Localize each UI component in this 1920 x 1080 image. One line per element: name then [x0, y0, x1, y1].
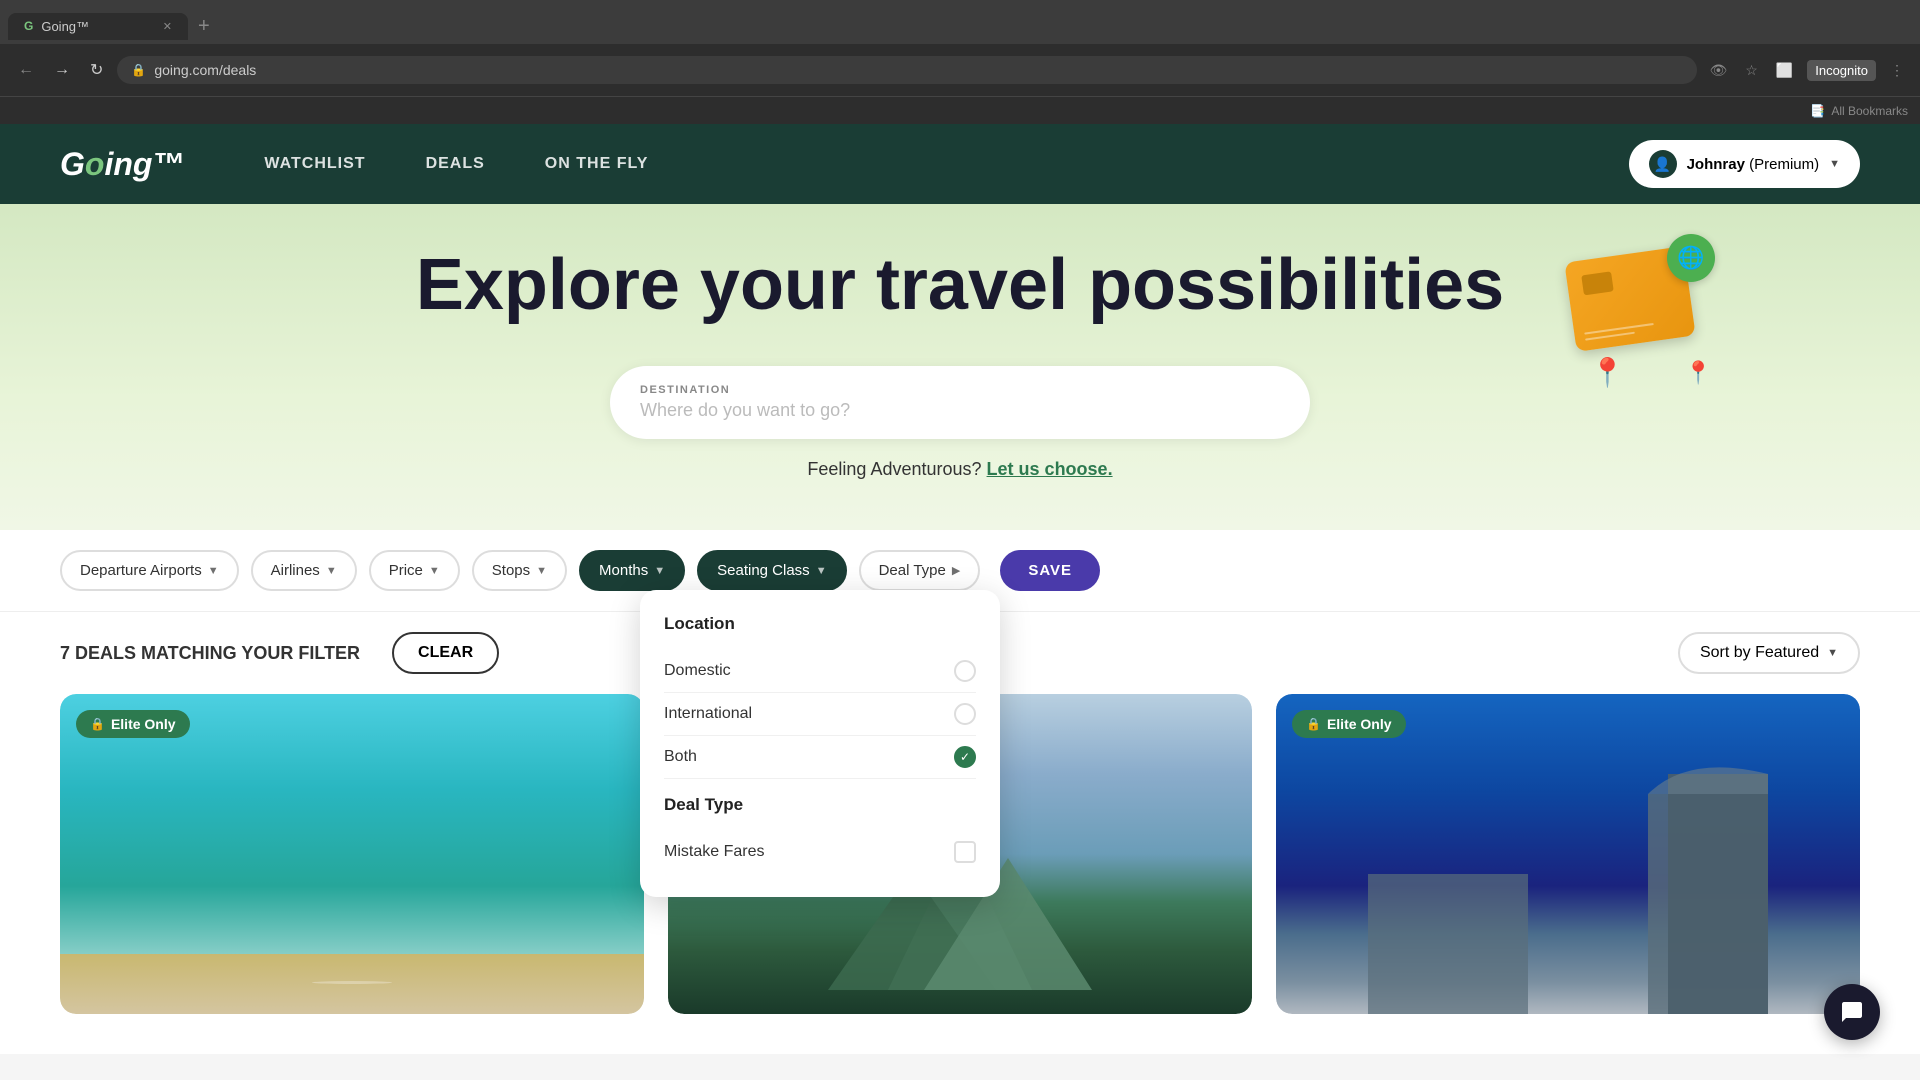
departure-airports-filter[interactable]: Departure Airports ▼ [60, 550, 239, 591]
nav-watchlist[interactable]: WATCHLIST [264, 155, 365, 173]
nav-on-the-fly[interactable]: ON THE FLY [545, 155, 649, 173]
deal-type-label: Deal Type [879, 562, 946, 579]
screen-reader-icon[interactable]: 👁 [1705, 58, 1731, 83]
lock-icon-3: 🔒 [1306, 717, 1321, 731]
airlines-label: Airlines [271, 562, 320, 579]
mistake-fares-checkbox[interactable] [954, 841, 976, 863]
address-bar[interactable]: 🔒 going.com/deals [117, 56, 1697, 84]
url-text: going.com/deals [154, 62, 256, 78]
hero-section: Explore your travel possibilities 🌐 📍 📍 … [0, 204, 1920, 530]
bookmark-star-icon[interactable]: ☆ [1741, 58, 1762, 83]
user-menu-button[interactable]: 👤 Johnray (Premium) ▼ [1629, 140, 1860, 188]
destination-label: DESTINATION [640, 384, 1280, 396]
adventurous-prompt: Feeling Adventurous? Let us choose. [60, 459, 1860, 480]
deal-type-dropdown: Location Domestic International Both ✓ D… [640, 590, 1000, 897]
sort-label: Sort by Featured [1700, 644, 1819, 662]
months-chevron-icon: ▼ [654, 565, 665, 577]
deal-type-section-title: Deal Type [664, 795, 976, 815]
both-label: Both [664, 748, 697, 766]
tab-close-button[interactable]: ✕ [163, 20, 172, 33]
all-bookmarks-label[interactable]: All Bookmarks [1831, 104, 1908, 118]
months-filter[interactable]: Months ▼ [579, 550, 685, 591]
bookmarks-bar: 📑 All Bookmarks [0, 96, 1920, 124]
browser-window: G Going™ ✕ + ← → ↻ 🔒 going.com/deals 👁 ☆… [0, 0, 1920, 124]
stops-label: Stops [492, 562, 530, 579]
elite-badge-3: 🔒 Elite Only [1292, 710, 1406, 738]
sort-button[interactable]: Sort by Featured ▼ [1678, 632, 1860, 674]
departure-airports-chevron-icon: ▼ [208, 565, 219, 577]
airlines-filter[interactable]: Airlines ▼ [251, 550, 357, 591]
international-option[interactable]: International [664, 693, 976, 736]
save-button[interactable]: SAVE [1000, 550, 1100, 591]
bookmarks-icon: 📑 [1810, 104, 1825, 118]
stops-filter[interactable]: Stops ▼ [472, 550, 567, 591]
months-label: Months [599, 562, 648, 579]
location-section-title: Location [664, 614, 976, 634]
back-button[interactable]: ← [12, 57, 40, 83]
mistake-fares-label: Mistake Fares [664, 843, 764, 861]
international-label: International [664, 705, 752, 723]
results-left: 7 DEALS MATCHING YOUR FILTER CLEAR [60, 632, 499, 674]
user-menu-chevron-icon: ▼ [1829, 158, 1840, 170]
device-icon[interactable]: ⬜ [1772, 58, 1797, 83]
clear-button[interactable]: CLEAR [392, 632, 499, 674]
browser-nav-bar: ← → ↻ 🔒 going.com/deals 👁 ☆ ⬜ Incognito … [0, 44, 1920, 96]
profile-menu-icon[interactable]: ⋮ [1886, 58, 1908, 83]
domestic-option[interactable]: Domestic [664, 650, 976, 693]
international-radio[interactable] [954, 703, 976, 725]
elite-badge-1: 🔒 Elite Only [76, 710, 190, 738]
destination-input-wrapper[interactable]: DESTINATION Where do you want to go? [610, 366, 1310, 439]
elite-badge-label-3: Elite Only [1327, 716, 1392, 732]
lock-icon-1: 🔒 [90, 717, 105, 731]
seating-class-chevron-icon: ▼ [816, 565, 827, 577]
main-nav: WATCHLIST DEALS ON THE FLY [264, 155, 1628, 173]
incognito-badge: Incognito [1807, 60, 1876, 81]
seating-class-filter[interactable]: Seating Class ▼ [697, 550, 846, 591]
map-illustration: 🌐 📍 📍 [1560, 234, 1720, 394]
deal-type-filter[interactable]: Deal Type ▶ [859, 550, 981, 591]
site-header: Going™ WATCHLIST DEALS ON THE FLY 👤 John… [0, 124, 1920, 204]
price-label: Price [389, 562, 423, 579]
departure-airports-label: Departure Airports [80, 562, 202, 579]
user-name: Johnray (Premium) [1687, 156, 1820, 173]
refresh-button[interactable]: ↻ [84, 56, 109, 84]
nav-deals[interactable]: DEALS [426, 155, 485, 173]
user-avatar-icon: 👤 [1649, 150, 1677, 178]
chat-icon [1840, 1000, 1864, 1024]
chat-button[interactable] [1824, 984, 1880, 1040]
both-option[interactable]: Both ✓ [664, 736, 976, 779]
airlines-chevron-icon: ▼ [326, 565, 337, 577]
page-content: Going™ WATCHLIST DEALS ON THE FLY 👤 John… [0, 124, 1920, 1054]
tab-title: Going™ [41, 19, 89, 34]
price-filter[interactable]: Price ▼ [369, 550, 460, 591]
mistake-fares-option[interactable]: Mistake Fares [664, 831, 976, 873]
deal-type-chevron-icon: ▶ [952, 564, 960, 577]
forward-button[interactable]: → [48, 57, 76, 83]
deal-card-1[interactable]: 🔒 Elite Only [60, 694, 644, 1014]
site-logo[interactable]: Going™ [60, 146, 184, 183]
domestic-radio[interactable] [954, 660, 976, 682]
results-count: 7 DEALS MATCHING YOUR FILTER [60, 643, 360, 664]
seating-class-label: Seating Class [717, 562, 810, 579]
sort-chevron-icon: ▼ [1827, 647, 1838, 659]
deal-card-3[interactable]: 🔒 Elite Only [1276, 694, 1860, 1014]
price-chevron-icon: ▼ [429, 565, 440, 577]
lock-icon: 🔒 [131, 63, 146, 77]
let-us-choose-link[interactable]: Let us choose. [987, 459, 1113, 479]
elite-badge-label-1: Elite Only [111, 716, 176, 732]
domestic-label: Domestic [664, 662, 731, 680]
tab-bar: G Going™ ✕ + [0, 0, 1920, 44]
destination-input[interactable]: Where do you want to go? [640, 400, 1280, 421]
stops-chevron-icon: ▼ [536, 565, 547, 577]
nav-actions: 👁 ☆ ⬜ Incognito ⋮ [1705, 58, 1908, 83]
both-radio[interactable]: ✓ [954, 746, 976, 768]
active-tab[interactable]: G Going™ ✕ [8, 13, 188, 40]
adventurous-text: Feeling Adventurous? [807, 459, 981, 479]
new-tab-button[interactable]: + [188, 11, 220, 42]
